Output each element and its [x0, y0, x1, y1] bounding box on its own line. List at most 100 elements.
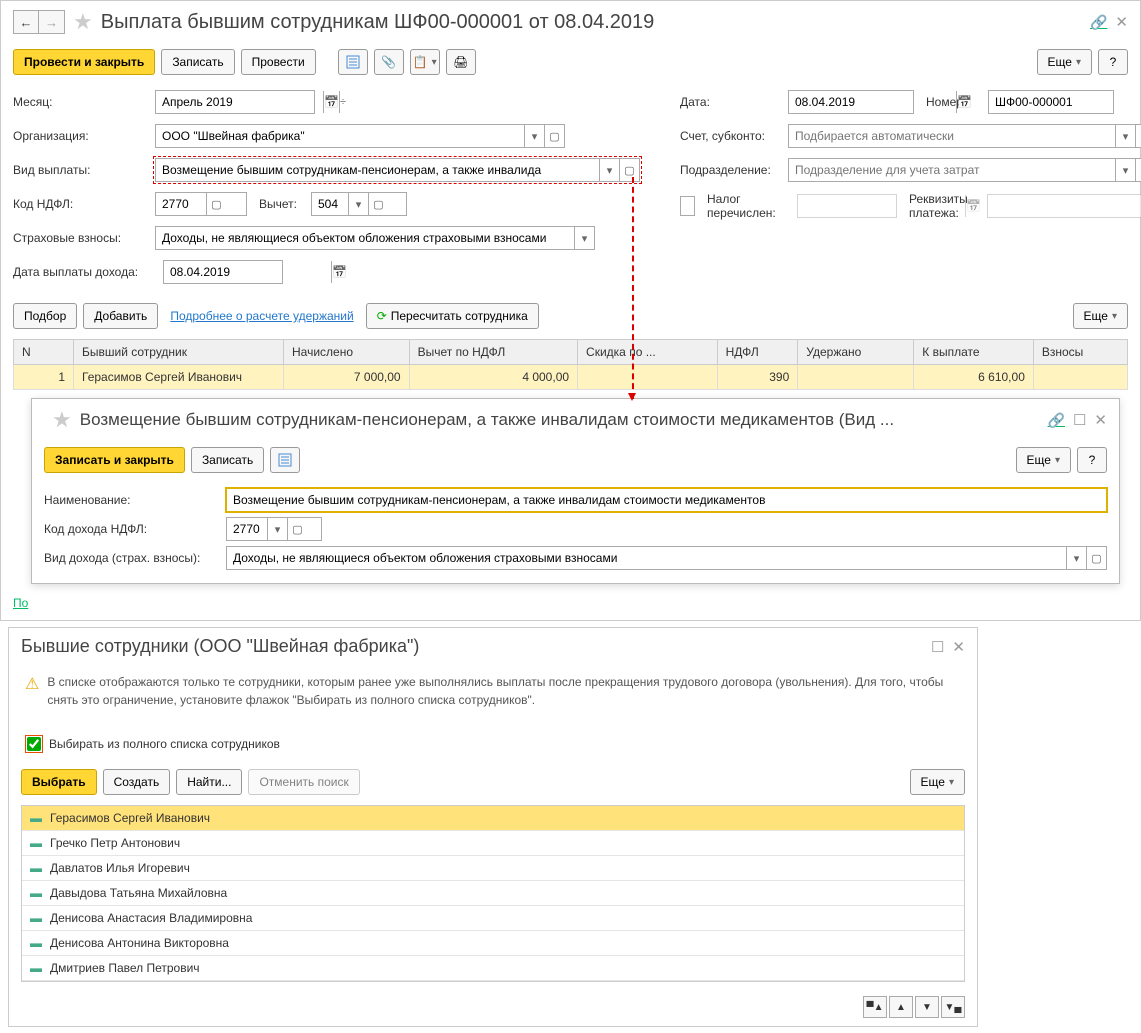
- post-button[interactable]: Провести: [241, 49, 316, 75]
- pdate-field[interactable]: [163, 260, 283, 284]
- add-button[interactable]: Добавить: [83, 303, 158, 329]
- print-icon[interactable]: 🖨: [446, 49, 476, 75]
- footer-link[interactable]: По: [13, 596, 28, 610]
- write-button[interactable]: Записать: [191, 447, 264, 473]
- recalc-button[interactable]: ⟳Пересчитать сотрудника: [366, 303, 539, 329]
- dropdown-icon[interactable]: ▾: [599, 159, 619, 181]
- maximize-icon[interactable]: ☐: [1073, 411, 1086, 429]
- warning-banner: ⚠ В списке отображаются только те сотруд…: [9, 665, 977, 717]
- col-withheld[interactable]: Удержано: [798, 340, 914, 365]
- save-close-button[interactable]: Провести и закрыть: [13, 49, 155, 75]
- create-button[interactable]: Создать: [103, 769, 171, 795]
- date-field[interactable]: [788, 90, 914, 114]
- open-icon[interactable]: ▢: [544, 125, 564, 147]
- list-item[interactable]: ▬Давыдова Татьяна Михайловна: [22, 881, 964, 906]
- close-icon[interactable]: ✕: [952, 638, 965, 656]
- attach-icon[interactable]: 📎: [374, 49, 404, 75]
- ndfl-field[interactable]: ▾▢: [226, 517, 322, 541]
- list-icon[interactable]: [270, 447, 300, 473]
- save-close-button[interactable]: Записать и закрыть: [44, 447, 185, 473]
- table-more-button[interactable]: Еще: [1073, 303, 1128, 329]
- close-icon[interactable]: ✕: [1115, 13, 1128, 31]
- account-field[interactable]: ▾▢: [788, 124, 1141, 148]
- open-icon[interactable]: ▢: [1135, 159, 1141, 181]
- list-item[interactable]: ▬Дмитриев Павел Петрович: [22, 956, 964, 981]
- number-field[interactable]: [988, 90, 1114, 114]
- open-icon[interactable]: ▢: [287, 518, 307, 540]
- share-icon[interactable]: 🔗: [1048, 412, 1065, 429]
- deduct-field[interactable]: ▾▢: [311, 192, 407, 216]
- nav-forward-button[interactable]: →: [39, 10, 65, 34]
- cancel-find-button[interactable]: Отменить поиск: [248, 769, 359, 795]
- dropdown-icon[interactable]: ▾: [574, 227, 594, 249]
- ins-field[interactable]: ▾: [155, 226, 595, 250]
- open-icon[interactable]: ▢: [368, 193, 388, 215]
- find-button[interactable]: Найти...: [176, 769, 242, 795]
- col-accrued[interactable]: Начислено: [284, 340, 410, 365]
- item-icon: ▬: [30, 836, 42, 850]
- write-button[interactable]: Записать: [161, 49, 234, 75]
- list-item[interactable]: ▬Денисова Антонина Викторовна: [22, 931, 964, 956]
- calendar-icon[interactable]: [956, 91, 972, 113]
- modal1-form: Наименование: Код дохода НДФЛ: ▾▢ Вид до…: [32, 479, 1119, 583]
- more-button[interactable]: Еще: [1016, 447, 1071, 473]
- table-row[interactable]: 1 Герасимов Сергей Иванович 7 000,00 4 0…: [14, 365, 1128, 390]
- details-link[interactable]: Подробнее о расчете удержаний: [170, 309, 353, 323]
- item-icon: ▬: [30, 961, 42, 975]
- maximize-icon[interactable]: ☐: [931, 638, 944, 656]
- help-button[interactable]: ?: [1077, 447, 1107, 473]
- dropdown-icon[interactable]: ▾: [524, 125, 544, 147]
- date-label: Дата:: [680, 95, 776, 109]
- list-item[interactable]: ▬Давлатов Илья Игоревич: [22, 856, 964, 881]
- col-emp[interactable]: Бывший сотрудник: [74, 340, 284, 365]
- open-icon[interactable]: ▢: [1086, 547, 1106, 569]
- list-item[interactable]: ▬Денисова Анастасия Владимировна: [22, 906, 964, 931]
- dropdown-icon[interactable]: ▾: [1115, 159, 1135, 181]
- col-topay[interactable]: К выплате: [914, 340, 1034, 365]
- list-item[interactable]: ▬Герасимов Сергей Иванович: [22, 806, 964, 831]
- dropdown-icon[interactable]: ▾: [1066, 547, 1086, 569]
- fulllist-row: Выбирать из полного списка сотрудников: [9, 717, 977, 763]
- ndflcode-field[interactable]: ▢: [155, 192, 247, 216]
- col-n[interactable]: N: [14, 340, 74, 365]
- col-deduct[interactable]: Вычет по НДФЛ: [409, 340, 577, 365]
- col-discount[interactable]: Скидка по ...: [578, 340, 718, 365]
- calendar-icon[interactable]: [323, 91, 339, 113]
- dropdown-icon[interactable]: ▾: [348, 193, 368, 215]
- dept-field[interactable]: ▾▢: [788, 158, 1141, 182]
- list-icon[interactable]: [338, 49, 368, 75]
- page-up-button[interactable]: ▲: [889, 996, 913, 1018]
- dropdown-icon[interactable]: ▾: [267, 518, 287, 540]
- org-field[interactable]: ▾▢: [155, 124, 565, 148]
- share-icon[interactable]: 🔗: [1090, 14, 1107, 31]
- open-icon[interactable]: ▢: [1135, 125, 1141, 147]
- ins-field[interactable]: ▾▢: [226, 546, 1107, 570]
- dropdown-icon[interactable]: ▾: [1115, 125, 1135, 147]
- calendar-icon[interactable]: [331, 261, 347, 283]
- select-button[interactable]: Выбрать: [21, 769, 97, 795]
- more-button[interactable]: Еще: [1037, 49, 1092, 75]
- more-button[interactable]: Еще: [910, 769, 965, 795]
- page-first-button[interactable]: ▀▲: [863, 996, 887, 1018]
- tax-paid-checkbox[interactable]: [680, 196, 695, 216]
- col-ndfl[interactable]: НДФЛ: [717, 340, 798, 365]
- spinner-icon[interactable]: ÷: [339, 91, 346, 113]
- open-icon[interactable]: ▢: [206, 193, 226, 215]
- help-button[interactable]: ?: [1098, 49, 1128, 75]
- paytype-field[interactable]: ▾▢: [155, 158, 640, 182]
- list-item[interactable]: ▬Гречко Петр Антонович: [22, 831, 964, 856]
- col-contrib[interactable]: Взносы: [1033, 340, 1127, 365]
- close-icon[interactable]: ✕: [1094, 411, 1107, 429]
- star-icon[interactable]: ★: [73, 9, 93, 35]
- star-icon[interactable]: ★: [52, 407, 72, 433]
- page-down-button[interactable]: ▼: [915, 996, 939, 1018]
- name-field[interactable]: [226, 488, 1107, 512]
- page-last-button[interactable]: ▼▄: [941, 996, 965, 1018]
- month-field[interactable]: ÷: [155, 90, 315, 114]
- copy-icon[interactable]: 📋: [410, 49, 440, 75]
- pager: ▀▲ ▲ ▼ ▼▄: [9, 992, 977, 1026]
- nav-back-button[interactable]: ←: [13, 10, 39, 34]
- pick-button[interactable]: Подбор: [13, 303, 77, 329]
- fulllist-checkbox[interactable]: [27, 737, 41, 751]
- open-icon[interactable]: ▢: [619, 159, 639, 181]
